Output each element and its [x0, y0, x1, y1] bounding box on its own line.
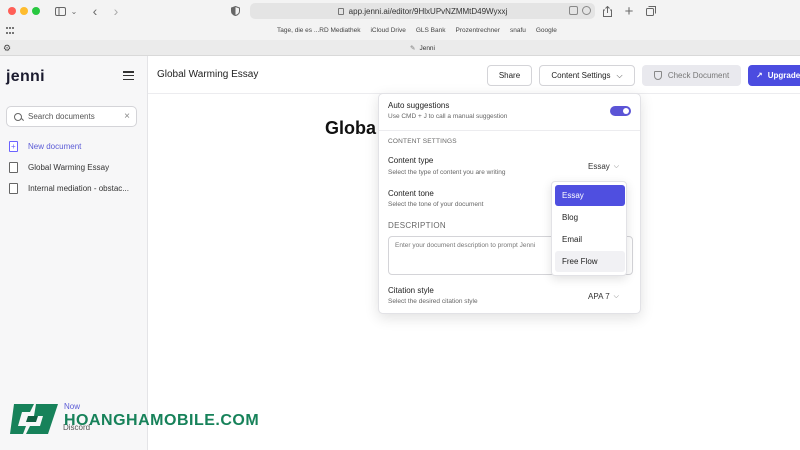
- maximize-window-icon[interactable]: [32, 7, 40, 15]
- chevron-down-icon[interactable]: ⌄: [70, 3, 78, 19]
- content-type-value: Essay: [588, 162, 610, 171]
- auto-suggestions-toggle[interactable]: [610, 106, 631, 116]
- watermark-logo: [10, 404, 58, 434]
- grid-icon[interactable]: [6, 27, 14, 35]
- description-label: DESCRIPTION: [388, 221, 446, 230]
- dropdown-option-essay[interactable]: Essay: [555, 185, 625, 206]
- divider: [379, 130, 640, 131]
- check-document-button[interactable]: Check Document: [642, 65, 741, 86]
- bookmark-item[interactable]: GLS Bank: [416, 27, 446, 34]
- sidebar-item-internal-mediation[interactable]: Internal mediation - obstac...: [9, 181, 129, 195]
- browser-toolbar: ⌄ ‹ › app.jenni.ai/editor/9HlxUPvNZMMtD4…: [0, 0, 800, 22]
- trend-up-icon: ↗: [756, 71, 763, 80]
- back-icon[interactable]: ‹: [89, 3, 101, 19]
- url-bar[interactable]: app.jenni.ai/editor/9HlxUPvNZMMtD49Wyxxj: [250, 3, 595, 19]
- chevron-down-icon: ⌵: [613, 162, 620, 170]
- citation-style-label: Citation style: [388, 286, 434, 295]
- citation-style-value: APA 7: [588, 292, 610, 301]
- url-text: app.jenni.ai/editor/9HlxUPvNZMMtD49Wyxxj: [348, 6, 508, 16]
- dropdown-option-blog[interactable]: Blog: [555, 207, 625, 228]
- content-settings-label: Content Settings: [551, 71, 611, 80]
- nav-item-label: New document: [28, 141, 82, 151]
- bookmark-item[interactable]: Tage, die es ...RD Mediathek: [277, 27, 360, 34]
- bookmark-item[interactable]: iCloud Drive: [370, 27, 405, 34]
- bookmark-item[interactable]: Google: [536, 27, 557, 34]
- document-title[interactable]: Global Warming Essay: [157, 69, 258, 80]
- new-tab-icon[interactable]: +: [623, 3, 635, 20]
- share-icon[interactable]: [601, 3, 613, 19]
- privacy-shield-icon[interactable]: [229, 3, 241, 19]
- new-document-icon: [9, 140, 18, 152]
- chevron-down-icon: ⌵: [616, 70, 623, 80]
- translate-icon[interactable]: [569, 6, 578, 15]
- content-settings-heading: CONTENT SETTINGS: [388, 138, 457, 145]
- tab-jenni[interactable]: ✎ Jenni: [410, 44, 435, 52]
- search-input[interactable]: Search documents ×: [6, 106, 137, 127]
- forward-icon[interactable]: ›: [110, 3, 122, 19]
- reload-icon[interactable]: [582, 6, 591, 15]
- document-heading[interactable]: Globa: [325, 118, 385, 139]
- tab-favicon-icon: ✎: [410, 45, 416, 52]
- check-document-label: Check Document: [667, 71, 730, 80]
- tab-bar: ⚙ ✎ Jenni: [0, 40, 800, 56]
- gear-icon[interactable]: ⚙: [3, 43, 11, 54]
- sidebar-item-global-warming-essay[interactable]: Global Warming Essay: [9, 160, 109, 174]
- editor-header: Global Warming Essay Share Content Setti…: [148, 56, 800, 94]
- tab-overview-icon[interactable]: [645, 3, 657, 19]
- nav-item-label: Internal mediation - obstac...: [28, 183, 129, 193]
- footer-link[interactable]: Now: [64, 402, 80, 411]
- close-window-icon[interactable]: [8, 7, 16, 15]
- content-type-hint: Select the type of content you are writi…: [388, 169, 506, 176]
- url-actions: [569, 6, 591, 15]
- content-type-label: Content type: [388, 156, 434, 165]
- citation-style-hint: Select the desired citation style: [388, 298, 478, 305]
- app-logo[interactable]: jenni: [6, 68, 45, 86]
- toggle-knob: [623, 108, 629, 114]
- search-icon: [14, 112, 22, 121]
- dropdown-option-email[interactable]: Email: [555, 229, 625, 250]
- content-settings-button[interactable]: Content Settings ⌵: [539, 65, 635, 86]
- nav-item-label: Global Warming Essay: [28, 162, 110, 172]
- lock-icon: [337, 7, 344, 15]
- menu-icon[interactable]: [123, 71, 134, 80]
- new-document-button[interactable]: New document: [9, 139, 81, 153]
- citation-style-select[interactable]: APA 7 ⌵: [588, 292, 619, 301]
- clear-search-icon[interactable]: ×: [124, 111, 130, 122]
- dropdown-option-free-flow[interactable]: Free Flow: [555, 251, 625, 272]
- watermark-text: HOANGHAMOBILE.COM: [64, 412, 260, 429]
- search-placeholder: Search documents: [28, 112, 95, 121]
- auto-suggestions-hint: Use CMD + J to call a manual suggestion: [388, 113, 508, 120]
- sidebar-toggle-icon[interactable]: [54, 3, 66, 19]
- content-type-select[interactable]: Essay ⌵: [588, 162, 619, 171]
- upgrade-label: Upgrade: [767, 71, 800, 80]
- document-icon: [9, 182, 18, 194]
- shield-icon: [653, 71, 662, 80]
- content-type-dropdown: Essay Blog Email Free Flow: [551, 181, 627, 276]
- content-tone-hint: Select the tone of your document: [388, 201, 484, 208]
- upgrade-button[interactable]: ↗ Upgrade: [748, 65, 800, 86]
- sidebar: jenni Search documents × New document Gl…: [0, 56, 148, 450]
- bookmarks-bar: Tage, die es ...RD Mediathek iCloud Driv…: [0, 22, 800, 40]
- chevron-down-icon: ⌵: [613, 292, 619, 300]
- tab-title-text: Jenni: [419, 45, 435, 52]
- share-button[interactable]: Share: [487, 65, 532, 86]
- document-icon: [9, 161, 18, 173]
- content-tone-label: Content tone: [388, 189, 434, 198]
- bookmark-item[interactable]: snafu: [510, 27, 526, 34]
- auto-suggestions-label: Auto suggestions: [388, 101, 450, 110]
- minimize-window-icon[interactable]: [20, 7, 28, 15]
- bookmark-item[interactable]: Prozentrechner: [456, 27, 500, 34]
